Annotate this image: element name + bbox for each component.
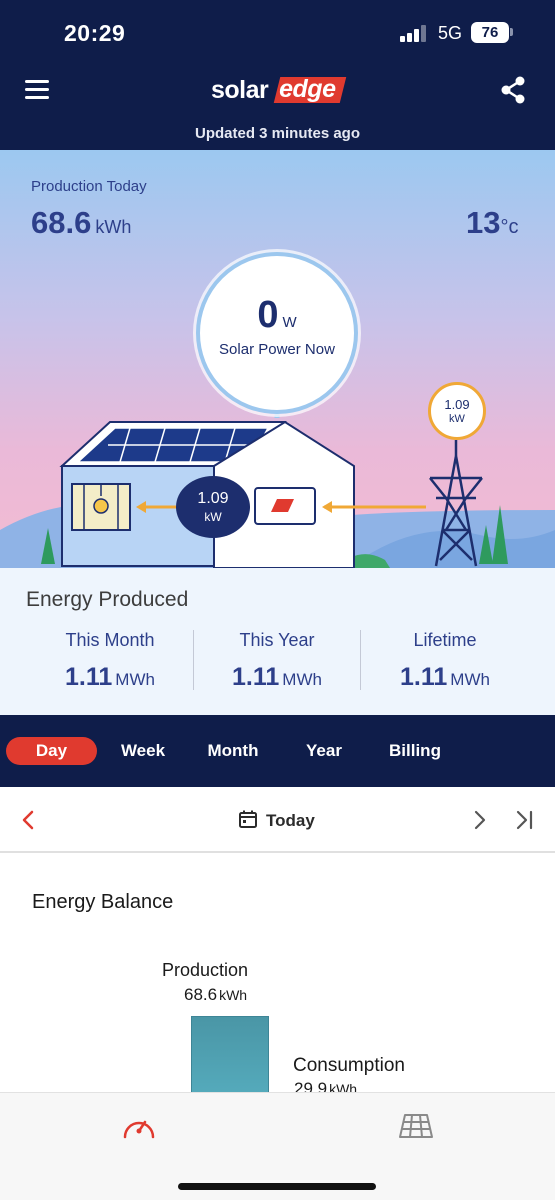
tab-month[interactable]: Month [194, 737, 272, 765]
stat-unit: MWh [115, 670, 155, 689]
share-icon[interactable] [500, 76, 526, 104]
home-indicator [178, 1183, 376, 1190]
chevron-left-icon[interactable] [18, 809, 40, 831]
stat-value: 1.11 MWh [193, 663, 361, 692]
tab-day[interactable]: Day [6, 737, 97, 765]
stat-this-year: This Year 1.11 MWh [193, 630, 361, 692]
energy-produced-section: Energy Produced This Month 1.11 MWh This … [0, 568, 555, 715]
energy-balance-title: Energy Balance [32, 891, 174, 913]
network-type: 5G [438, 23, 463, 43]
cellular-signal-icon [400, 24, 428, 42]
balance-production-number: 68.6 [184, 985, 218, 1004]
temperature: 13°c [466, 205, 518, 241]
tab-billing[interactable]: Billing [376, 737, 454, 765]
production-unit: kWh [95, 217, 132, 237]
stat-number: 1.11 [65, 663, 113, 691]
tab-year[interactable]: Year [290, 737, 358, 765]
balance-production-value: 68.6 kWh [184, 985, 247, 1005]
balance-consumption-label: Consumption [293, 1055, 405, 1076]
skip-to-latest-icon[interactable] [512, 809, 536, 831]
date-navigation: Today [0, 787, 555, 853]
stat-label: This Month [65, 630, 155, 650]
tab-week[interactable]: Week [106, 737, 180, 765]
solar-power-label: Solar Power Now [219, 341, 335, 358]
production-today-value: 68.6 kWh [31, 205, 131, 241]
stat-number: 1.11 [400, 663, 448, 691]
production-value: 68.6 [31, 205, 92, 240]
calendar-icon [239, 810, 257, 828]
grid-flow-badge: 1.09 kW [428, 382, 486, 440]
app-header: solar edge Updated 3 minutes ago [0, 62, 555, 150]
production-today-label: Production Today [31, 178, 147, 195]
stat-label: Lifetime [413, 630, 477, 650]
house-flow-value: 1.09 [197, 490, 229, 507]
hamburger-menu-icon[interactable] [25, 80, 49, 100]
dashboard-gauge-icon[interactable] [121, 1111, 157, 1141]
status-bar: 20:29 5G 76 [0, 0, 555, 62]
lightbulb-icon [93, 498, 109, 514]
temperature-unit: °c [500, 216, 519, 238]
solar-power-unit: W [282, 314, 297, 331]
stat-label: This Year [239, 630, 315, 650]
site-overview-hero: Production Today 68.6 kWh 13°c 0W Solar P… [0, 150, 555, 568]
chevron-right-icon[interactable] [468, 809, 490, 831]
house-consumption-badge: 1.09 kW [176, 476, 250, 538]
balance-production-label: Production [162, 960, 249, 980]
stat-this-month: This Month 1.11 MWh [26, 630, 194, 692]
bottom-navigation [0, 1092, 555, 1200]
production-bar[interactable] [191, 1016, 269, 1093]
grid-flow-value: 1.09 [444, 397, 470, 412]
period-tabs: Day Week Month Year Billing [0, 715, 555, 787]
solar-power-now-circle[interactable]: 0W Solar Power Now [196, 252, 358, 414]
logo-solar-text: solar [211, 76, 269, 104]
logo-edge-block: edge [273, 75, 347, 103]
balance-consumption-value: 29.9 kWh [294, 1079, 357, 1093]
solar-power-number: 0 [257, 294, 279, 336]
stat-value: 1.11 MWh [361, 663, 529, 692]
status-time: 20:29 [64, 20, 126, 46]
battery-icon: 76 [471, 22, 509, 43]
solaredge-logo: solar edge [211, 74, 347, 106]
battery-tip [510, 28, 513, 36]
solar-power-value: 0W [200, 294, 354, 337]
energy-produced-title: Energy Produced [26, 588, 189, 611]
solar-panel-layout-icon[interactable] [397, 1111, 435, 1141]
stat-value: 1.11 MWh [26, 663, 194, 692]
last-updated-text: Updated 3 minutes ago [194, 125, 361, 142]
stat-lifetime: Lifetime 1.11 MWh [361, 630, 529, 692]
grid-flow-unit: kW [449, 413, 465, 425]
stat-number: 1.11 [232, 663, 280, 691]
house-flow-unit: kW [204, 510, 222, 524]
temperature-value: 13 [466, 205, 501, 240]
balance-production-unit: kWh [219, 987, 248, 1003]
energy-balance-section: Energy Balance Production 68.6 kWh Consum… [0, 853, 555, 1093]
stat-unit: MWh [450, 670, 490, 689]
logo-edge-text: edge [279, 75, 336, 103]
balance-consumption-number: 29.9 [294, 1079, 328, 1093]
stat-unit: MWh [282, 670, 322, 689]
date-label: Today [266, 811, 315, 830]
